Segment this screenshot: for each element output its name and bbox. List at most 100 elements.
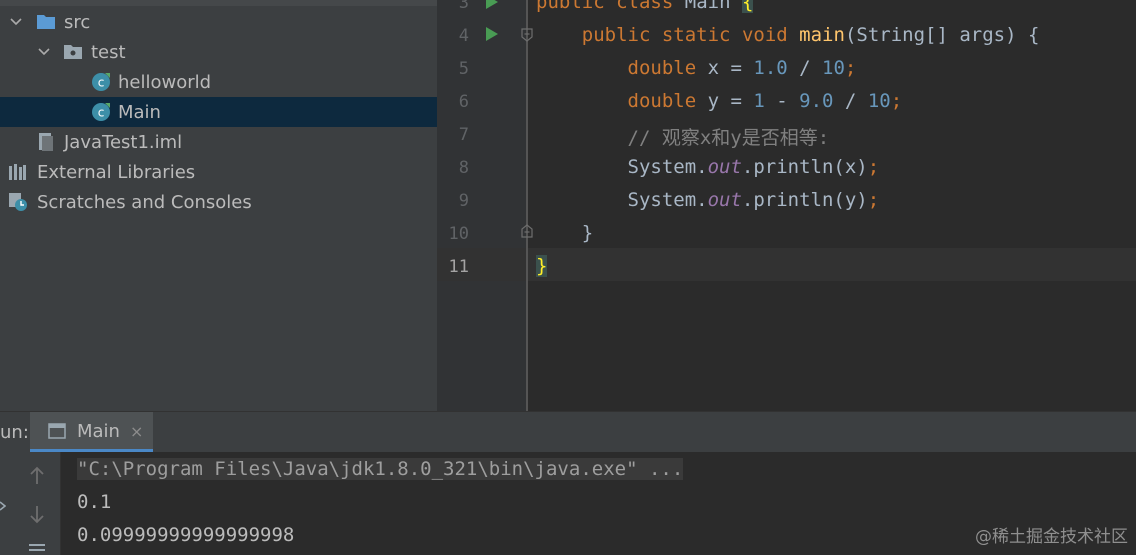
run-tool-header: un: Main × (0, 412, 1136, 452)
keyword: public (581, 24, 651, 46)
tree-item-iml[interactable]: JavaTest1.iml (0, 127, 437, 157)
line-number: 3 (458, 0, 469, 13)
code-text: } (581, 222, 594, 244)
line-number: 4 (458, 26, 469, 46)
static-field: out (707, 156, 742, 178)
fold-marker-icon[interactable] (521, 28, 533, 42)
run-toolbar (0, 452, 61, 555)
tree-item-test[interactable]: test (0, 37, 437, 67)
code-editor[interactable]: 3 4 5 6 7 8 9 10 11 public class Main { … (437, 0, 1136, 411)
run-class-icon[interactable] (485, 0, 499, 10)
code-line: // 观察x和y是否相等: (536, 123, 830, 150)
keyword: public (536, 0, 605, 13)
keyword: double (627, 90, 697, 112)
code-text: y = (707, 90, 754, 112)
arrow-up-icon[interactable] (28, 466, 46, 486)
run-main-icon[interactable] (485, 26, 499, 42)
project-header-strip (0, 0, 437, 6)
tree-item-helloworld[interactable]: c helloworld (0, 67, 437, 97)
console-command-line: "C:\Program Files\Java\jdk1.8.0_321\bin\… (77, 458, 684, 480)
number-literal: 10 (867, 90, 891, 112)
keyword: class (616, 0, 674, 13)
java-class-icon: c (92, 103, 110, 121)
code-text: System. (627, 156, 708, 178)
console-output-line: 0.1 (77, 491, 112, 513)
tree-item-label: helloworld (118, 71, 212, 93)
run-tab-label: Main (77, 421, 120, 442)
java-class-icon: c (92, 73, 110, 91)
keyword: static (661, 24, 731, 46)
code-text: - (764, 90, 800, 112)
line-number: 6 (458, 92, 469, 112)
semicolon: ; (844, 57, 857, 79)
code-line: System.out.println(y); (536, 189, 880, 211)
static-field: out (707, 189, 742, 211)
watermark: @稀土掘金技术社区 (975, 527, 1128, 547)
tree-item-label: Scratches and Consoles (37, 191, 252, 213)
tree-item-scratches[interactable]: Scratches and Consoles (0, 187, 437, 217)
package-icon (64, 45, 82, 59)
tree-item-src[interactable]: src (0, 7, 437, 37)
code-text: / (787, 57, 823, 79)
console-output-line: 0.09999999999999998 (77, 524, 295, 546)
tree-item-label: test (91, 41, 126, 63)
project-tool-window: src test c helloworld c Main JavaTest1.i… (0, 0, 437, 411)
console-icon (48, 423, 66, 439)
fold-marker-icon[interactable] (521, 224, 533, 238)
tree-item-label: Main (118, 101, 161, 123)
tree-item-label: External Libraries (37, 161, 196, 183)
chevron-down-icon[interactable] (8, 14, 24, 30)
svg-text:c: c (98, 76, 105, 90)
run-tab-main[interactable]: Main × (30, 412, 153, 452)
scratches-icon (9, 193, 27, 211)
number-literal: 10 (822, 57, 845, 79)
number-literal: 1 (753, 90, 765, 112)
code-text: .println(x) (741, 156, 868, 178)
line-number: 8 (458, 158, 469, 178)
code-line: } (536, 222, 593, 244)
soft-wrap-icon[interactable] (28, 542, 46, 554)
line-number: 5 (458, 59, 469, 79)
number-literal: 1.0 (753, 57, 788, 79)
code-line: double x = 1.0 / 10; (536, 57, 857, 79)
code-line: public class Main { (536, 0, 754, 13)
gutter-separator (526, 0, 528, 411)
chevron-down-icon[interactable] (36, 44, 52, 60)
tree-item-label: src (64, 11, 91, 33)
line-number: 7 (458, 125, 469, 145)
number-literal: 9.0 (799, 90, 834, 112)
method-name: main (799, 24, 845, 46)
code-text: x = (707, 57, 754, 79)
folder-icon (37, 15, 55, 29)
close-icon[interactable]: × (130, 422, 143, 441)
semicolon: ; (890, 90, 903, 112)
run-label: un: (0, 422, 29, 443)
tree-item-external-libraries[interactable]: External Libraries (0, 157, 437, 187)
arrow-down-icon[interactable] (28, 504, 46, 524)
matched-brace: { (741, 0, 754, 13)
matched-brace: } (536, 255, 548, 277)
code-line: System.out.println(x); (536, 156, 880, 178)
semicolon: ; (867, 156, 880, 178)
keyword: void (741, 24, 788, 46)
class-name: Main (684, 0, 731, 13)
tree-item-label: JavaTest1.iml (64, 131, 183, 153)
line-number: 10 (448, 224, 469, 244)
code-text: / (833, 90, 868, 112)
libraries-icon (9, 164, 26, 180)
tree-item-main[interactable]: c Main (0, 97, 437, 127)
code-line: public static void main(String[] args) { (536, 24, 1040, 46)
code-line: double y = 1 - 9.0 / 10; (536, 90, 903, 112)
code-text: .println(y) (741, 189, 868, 211)
code-line: } (536, 255, 548, 277)
code-text: System. (627, 189, 708, 211)
line-number-current: 11 (448, 257, 469, 277)
svg-text:c: c (98, 106, 105, 120)
chevron-right-icon[interactable] (0, 500, 6, 512)
comment: // 观察x和y是否相等: (627, 127, 830, 149)
line-number: 9 (458, 191, 469, 211)
module-file-icon (39, 133, 53, 151)
code-text: (String[] args) { (844, 24, 1040, 46)
keyword: double (627, 57, 697, 79)
semicolon: ; (867, 189, 880, 211)
